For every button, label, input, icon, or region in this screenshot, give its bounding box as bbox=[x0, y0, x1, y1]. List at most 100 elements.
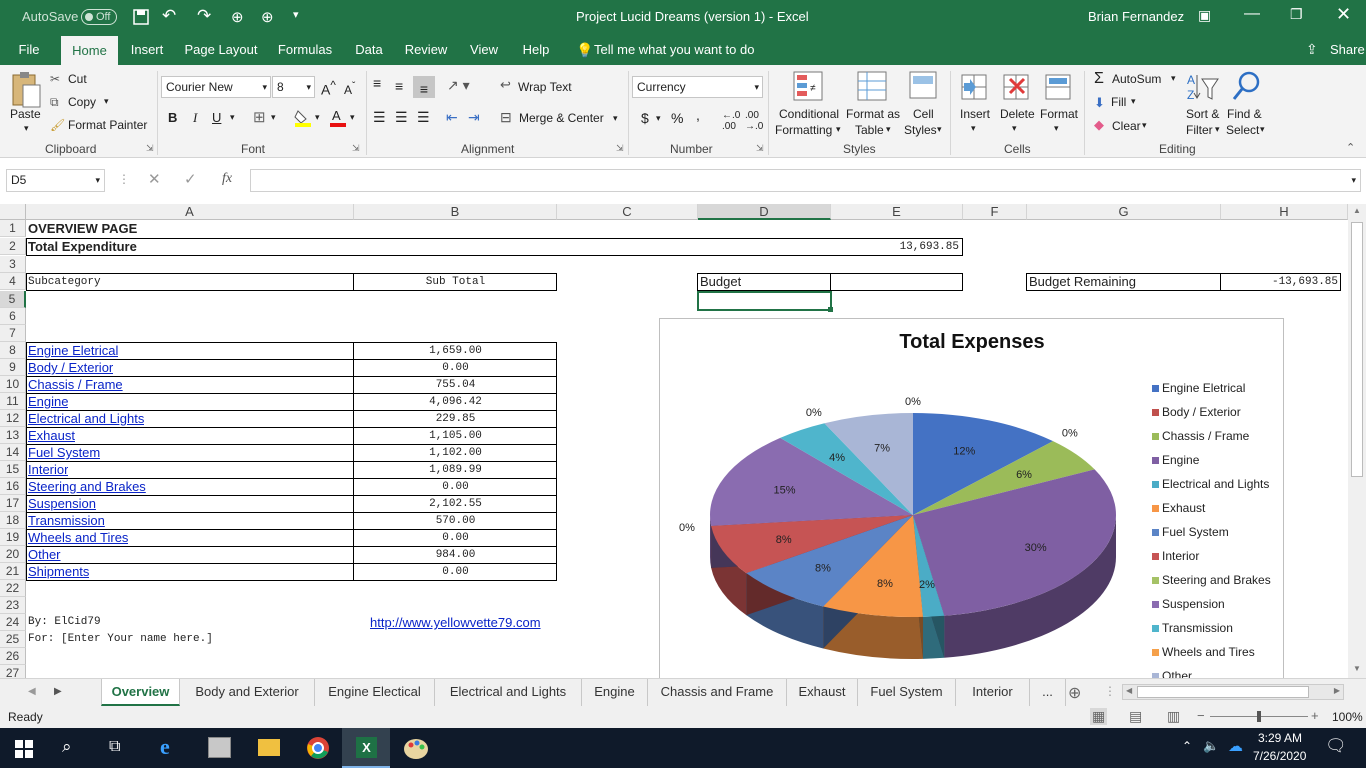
row-header-23[interactable]: 23 bbox=[0, 597, 26, 614]
column-header-b[interactable]: B bbox=[354, 204, 557, 220]
row-header-3[interactable]: 3 bbox=[0, 256, 26, 273]
page-break-view-icon[interactable]: ▥ bbox=[1167, 708, 1180, 725]
align-center-icon[interactable]: ☰ bbox=[395, 109, 408, 126]
item-name-link[interactable]: Transmission bbox=[28, 512, 105, 529]
conditional-dropdown-icon[interactable]: ▾ bbox=[836, 124, 841, 135]
column-header-h[interactable]: H bbox=[1221, 204, 1348, 220]
tab-formulas[interactable]: Formulas bbox=[274, 34, 336, 65]
currency-button[interactable]: $ bbox=[641, 110, 649, 126]
save-icon[interactable] bbox=[133, 9, 149, 25]
item-name-link[interactable]: Engine Eletrical bbox=[28, 342, 118, 359]
autosum-dropdown-icon[interactable]: ▾ bbox=[1171, 73, 1176, 84]
item-value[interactable]: 1,089.99 bbox=[354, 462, 557, 479]
row-header-1[interactable]: 1 bbox=[0, 220, 26, 237]
font-color-dropdown-icon[interactable]: ▾ bbox=[350, 112, 355, 123]
wrap-text-button[interactable]: Wrap Text bbox=[518, 80, 572, 94]
autosave-toggle[interactable]: Off bbox=[81, 9, 117, 25]
item-value[interactable]: 0.00 bbox=[354, 564, 557, 581]
cancel-entry-icon[interactable]: ✕ bbox=[148, 170, 161, 188]
file-explorer-icon[interactable] bbox=[258, 739, 280, 756]
decrease-indent-icon[interactable]: ⇤ bbox=[446, 109, 458, 126]
increase-decimal-icon[interactable]: ←.0.00 bbox=[722, 110, 740, 132]
zoom-level[interactable]: 100% bbox=[1332, 710, 1363, 724]
subcategory-header[interactable]: Subcategory bbox=[28, 274, 101, 291]
paint-icon[interactable] bbox=[403, 736, 429, 760]
row-header-21[interactable]: 21 bbox=[0, 563, 26, 580]
redo-icon[interactable]: ↷ bbox=[197, 6, 211, 26]
prev-sheet-icon[interactable]: ◀ bbox=[28, 686, 36, 697]
item-value[interactable]: 229.85 bbox=[354, 411, 557, 428]
row-header-26[interactable]: 26 bbox=[0, 648, 26, 665]
clear-dropdown-icon[interactable]: ▾ bbox=[1142, 120, 1147, 131]
task-view-icon[interactable]: ⧉ bbox=[109, 738, 120, 756]
merge-center-button[interactable]: Merge & Center bbox=[519, 111, 604, 125]
restore-icon[interactable]: ❐ bbox=[1290, 6, 1303, 23]
search-icon[interactable]: ⌕ bbox=[62, 737, 72, 757]
horizontal-scrollbar[interactable]: ◀ ▶ bbox=[1122, 684, 1344, 700]
next-sheet-icon[interactable]: ▶ bbox=[54, 686, 62, 697]
decrease-decimal-icon[interactable]: .00 →.0 bbox=[745, 110, 763, 132]
clear-button[interactable]: Clear bbox=[1112, 119, 1141, 133]
budget-remaining-value[interactable]: -13,693.85 bbox=[1222, 274, 1338, 291]
row-header-11[interactable]: 11 bbox=[0, 393, 26, 410]
show-hidden-icons[interactable]: ⌃ bbox=[1182, 739, 1192, 753]
item-value[interactable]: 1,659.00 bbox=[354, 343, 557, 360]
copy-button[interactable]: Copy bbox=[68, 95, 96, 109]
vertical-scroll-thumb[interactable] bbox=[1351, 222, 1363, 477]
name-box[interactable]: D5 ▾ bbox=[6, 169, 105, 192]
find-select-dropdown-icon[interactable]: ▾ bbox=[1260, 124, 1265, 135]
sheet-tab[interactable]: Chassis and Frame bbox=[648, 679, 787, 706]
selected-cell-d5[interactable] bbox=[697, 291, 832, 311]
sort-filter-dropdown-icon[interactable]: ▾ bbox=[1215, 124, 1220, 135]
increase-font-icon[interactable]: A^ bbox=[321, 79, 336, 98]
page-layout-view-icon[interactable]: ▤ bbox=[1129, 708, 1142, 725]
collapse-ribbon-icon[interactable]: ⌃ bbox=[1346, 141, 1355, 154]
horizontal-scroll-thumb[interactable] bbox=[1137, 686, 1309, 698]
total-expenditure-label[interactable]: Total Expenditure bbox=[28, 238, 137, 255]
subtotal-header[interactable]: Sub Total bbox=[354, 274, 557, 291]
insert-cells-icon[interactable] bbox=[960, 73, 990, 103]
sort-filter-icon[interactable]: AZ bbox=[1186, 71, 1220, 105]
delete-cells-icon[interactable] bbox=[1002, 73, 1032, 103]
tab-home[interactable]: Home bbox=[61, 36, 118, 65]
tab-file[interactable]: File bbox=[10, 34, 48, 65]
item-value[interactable]: 0.00 bbox=[354, 479, 557, 496]
customize-toolbar-icon[interactable]: ▾ bbox=[293, 8, 299, 21]
row-header-13[interactable]: 13 bbox=[0, 427, 26, 444]
row-header-7[interactable]: 7 bbox=[0, 325, 26, 342]
row-header-12[interactable]: 12 bbox=[0, 410, 26, 427]
sheet-tab[interactable]: Body and Exterior bbox=[180, 679, 315, 706]
row-header-6[interactable]: 6 bbox=[0, 308, 26, 325]
underline-button[interactable]: U bbox=[212, 110, 221, 125]
row-header-4[interactable]: 4 bbox=[0, 273, 26, 290]
insert-dropdown-icon[interactable]: ▾ bbox=[971, 123, 976, 134]
font-launcher-icon[interactable]: ⇲ bbox=[352, 143, 360, 154]
row-header-14[interactable]: 14 bbox=[0, 444, 26, 461]
windows-start-icon[interactable] bbox=[15, 740, 33, 758]
paste-dropdown-icon[interactable]: ▾ bbox=[24, 123, 29, 134]
item-value[interactable]: 0.00 bbox=[354, 360, 557, 377]
undo-icon[interactable]: ↶ bbox=[162, 6, 176, 26]
fill-dropdown-icon[interactable]: ▾ bbox=[1131, 96, 1136, 107]
clock-time[interactable]: 3:29 AM bbox=[1258, 731, 1302, 745]
by-line[interactable]: By: ElCid79 bbox=[28, 614, 101, 631]
paste-button[interactable]: Paste bbox=[10, 107, 41, 121]
autosum-button[interactable]: AutoSum bbox=[1112, 72, 1161, 86]
format-as-table-icon[interactable] bbox=[857, 71, 889, 103]
new-sheet-icon[interactable]: ⊕ bbox=[1068, 683, 1081, 703]
sheet-tab[interactable]: Interior bbox=[956, 679, 1030, 706]
item-value[interactable]: 984.00 bbox=[354, 547, 557, 564]
share-button[interactable]: Share bbox=[1330, 42, 1365, 57]
delete-cells-button[interactable]: Delete bbox=[1000, 107, 1035, 121]
item-name-link[interactable]: Interior bbox=[28, 461, 68, 478]
percent-button[interactable]: % bbox=[671, 110, 683, 126]
conditional-formatting-icon[interactable]: ≠ bbox=[793, 71, 825, 103]
row-header-19[interactable]: 19 bbox=[0, 529, 26, 546]
item-name-link[interactable]: Engine bbox=[28, 393, 68, 410]
alignment-launcher-icon[interactable]: ⇲ bbox=[616, 143, 624, 154]
comma-button[interactable]: , bbox=[696, 107, 700, 123]
item-value[interactable]: 1,102.00 bbox=[354, 445, 557, 462]
item-name-link[interactable]: Shipments bbox=[28, 563, 89, 580]
item-name-link[interactable]: Other bbox=[28, 546, 61, 563]
item-name-link[interactable]: Suspension bbox=[28, 495, 96, 512]
